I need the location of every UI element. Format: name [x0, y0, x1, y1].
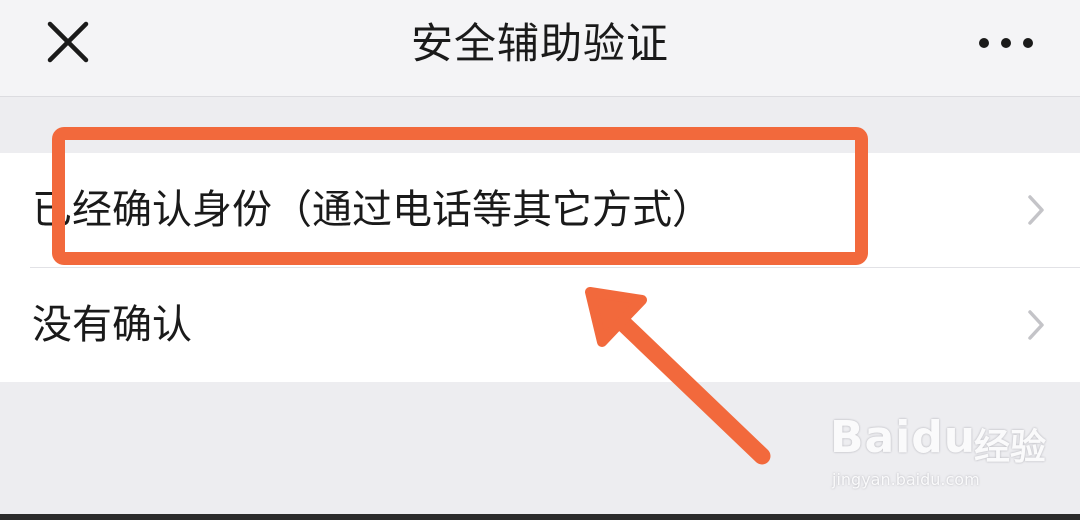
option-not-confirmed[interactable]: 没有确认	[0, 268, 1080, 382]
watermark-url: jingyan.baidu.com	[832, 470, 980, 489]
more-icon	[979, 38, 1033, 48]
verification-options-list: 已经确认身份（通过电话等其它方式） 没有确认	[0, 153, 1080, 382]
header-bar: 安全辅助验证	[0, 0, 1080, 97]
bottom-edge	[0, 514, 1080, 520]
option-label: 已经确认身份（通过电话等其它方式）	[32, 187, 712, 233]
watermark-cn: 经验	[974, 427, 1047, 468]
watermark-brand: Baidu	[830, 412, 977, 463]
option-confirmed-identity[interactable]: 已经确认身份（通过电话等其它方式）	[0, 153, 1080, 267]
more-button[interactable]	[972, 28, 1042, 58]
screen: 安全辅助验证 已经确认身份（通过电话等其它方式） 没有确认 Baidu 经验 j…	[0, 0, 1080, 520]
option-label: 没有确认	[32, 302, 192, 348]
chevron-right-icon	[1028, 310, 1044, 340]
baidu-watermark: Baidu 经验 jingyan.baidu.com	[826, 404, 1056, 496]
page-title: 安全辅助验证	[410, 19, 669, 68]
chevron-right-icon	[1028, 195, 1044, 225]
